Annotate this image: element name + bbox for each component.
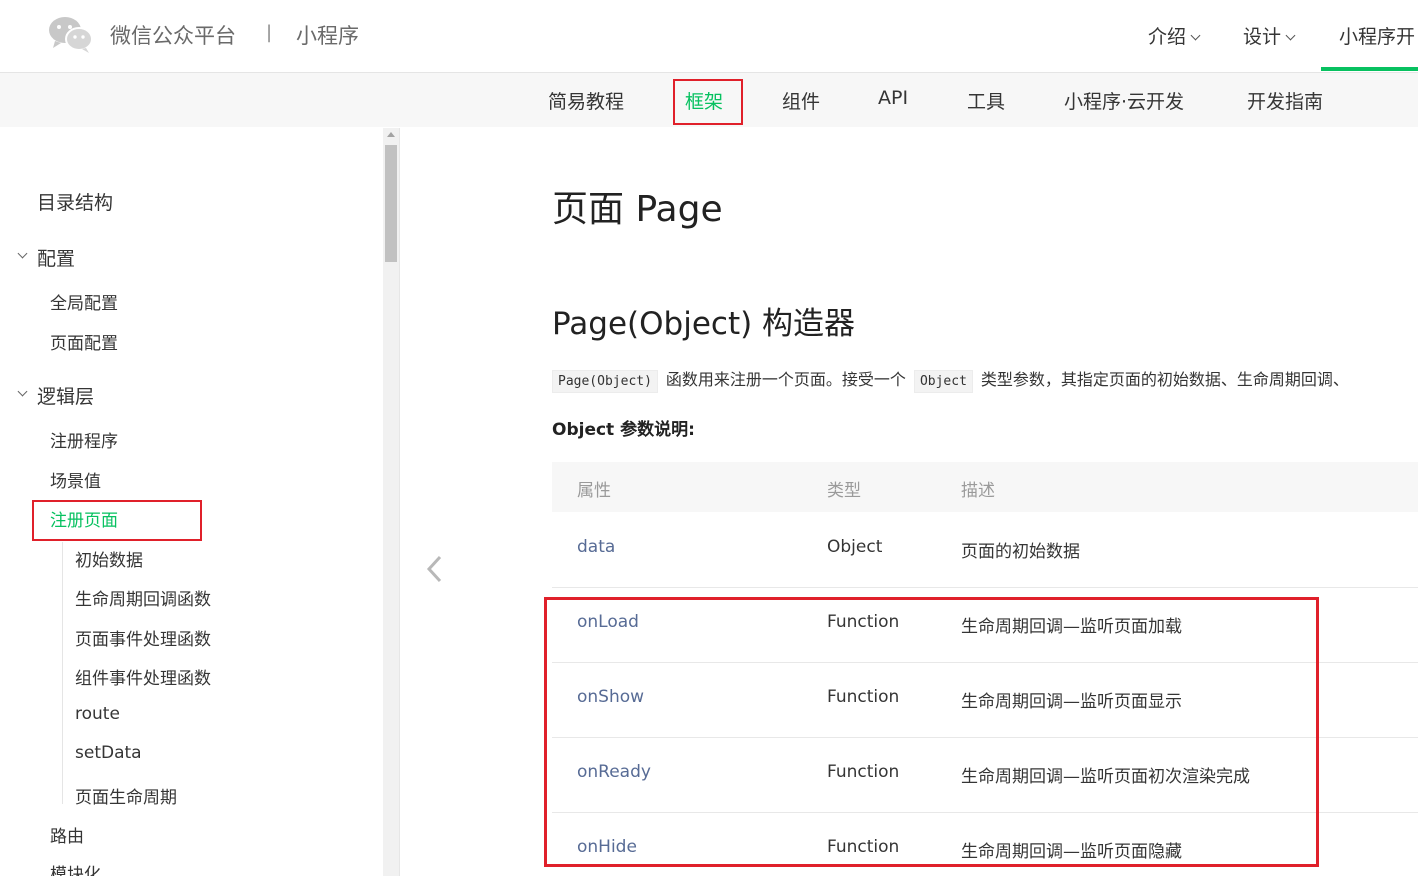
chevron-left-icon[interactable] [424, 554, 446, 584]
row-desc: 生命周期回调—监听页面初次渲染完成 [961, 767, 1250, 787]
sub-nav: 简易教程 框架 组件 API 工具 小程序·云开发 开发指南 [0, 73, 1418, 127]
table-row: onLoad Function 生命周期回调—监听页面加载 [552, 587, 1418, 663]
row-name-link[interactable]: onReady [577, 762, 651, 782]
subnav-guide[interactable]: 开发指南 [1247, 87, 1323, 114]
sidebar-subitem-initial-data[interactable]: 初始数据 [75, 546, 143, 571]
sidebar-item-page-config[interactable]: 页面配置 [50, 329, 118, 354]
wechat-logo-icon[interactable] [48, 14, 94, 54]
row-type: Function [827, 762, 900, 782]
sidebar-subitem-lifecycle[interactable]: 生命周期回调函数 [75, 585, 211, 610]
scrollbar-thumb[interactable] [385, 145, 397, 262]
brand-title[interactable]: 微信公众平台 [110, 20, 236, 50]
sidebar-subitem-setdata[interactable]: setData [75, 743, 142, 763]
row-desc: 生命周期回调—监听页面隐藏 [961, 842, 1182, 862]
sidebar-subitem-page-lifecycle[interactable]: 页面生命周期 [75, 783, 177, 808]
brand-separator: | [266, 22, 273, 43]
table-header: 属性 类型 描述 [552, 462, 1418, 512]
sidebar-subitem-route[interactable]: route [75, 704, 120, 724]
sidebar-tree-guide [62, 542, 63, 804]
section-title: Page(Object) 构造器 [552, 306, 856, 342]
topnav-intro[interactable]: 介绍 [1148, 22, 1201, 49]
brand-subtitle[interactable]: 小程序 [296, 20, 359, 50]
sidebar-item-modules[interactable]: 模块化 [50, 860, 101, 876]
sidebar: 目录结构 配置 全局配置 页面配置 逻辑层 注册程序 场景值 注册页面 初始数据… [0, 128, 383, 876]
sidebar-item-scene[interactable]: 场景值 [50, 467, 101, 492]
chevron-down-icon [1190, 30, 1201, 41]
row-type: Object [827, 537, 883, 557]
row-name-link[interactable]: onHide [577, 837, 637, 857]
row-name-link[interactable]: onLoad [577, 612, 639, 632]
chevron-down-icon[interactable] [17, 248, 28, 259]
th-property: 属性 [577, 481, 611, 501]
row-name-link[interactable]: onShow [577, 687, 644, 707]
sidebar-item-global-config[interactable]: 全局配置 [50, 289, 118, 314]
row-name-link[interactable]: data [577, 537, 615, 557]
sidebar-scrollbar[interactable] [383, 128, 400, 876]
topnav-dev[interactable]: 小程序开 [1339, 22, 1415, 49]
para-text-1: 函数用来注册一个页面。接受一个 [665, 370, 906, 389]
table-row: onShow Function 生命周期回调—监听页面显示 [552, 662, 1418, 738]
para-text-2: 类型参数，其指定页面的初始数据、生命周期回调、 [980, 370, 1349, 389]
sidebar-group-config[interactable]: 配置 [37, 244, 75, 271]
row-type: Function [827, 687, 900, 707]
code-object: Object [913, 370, 973, 393]
table-row: data Object 页面的初始数据 [552, 512, 1418, 588]
topnav-dev-label: 小程序开 [1339, 26, 1416, 48]
row-desc: 生命周期回调—监听页面显示 [961, 692, 1182, 712]
topnav-design[interactable]: 设计 [1243, 22, 1296, 49]
top-header: 微信公众平台 | 小程序 介绍 设计 小程序开 [0, 0, 1418, 73]
sidebar-item-routing[interactable]: 路由 [50, 822, 84, 847]
row-type: Function [827, 612, 900, 632]
sidebar-subitem-page-events[interactable]: 页面事件处理函数 [75, 625, 211, 650]
chevron-down-icon [1285, 30, 1296, 41]
subnav-framework[interactable]: 框架 [685, 87, 723, 114]
params-heading: Object 参数说明: [552, 420, 695, 440]
subnav-api[interactable]: API [878, 87, 908, 109]
sidebar-item-register-page[interactable]: 注册页面 [50, 506, 118, 531]
topnav-design-label: 设计 [1243, 26, 1282, 48]
sidebar-subitem-component-events[interactable]: 组件事件处理函数 [75, 664, 211, 689]
sidebar-item-register-app[interactable]: 注册程序 [50, 427, 118, 452]
th-type: 类型 [827, 481, 861, 501]
topnav-active-indicator [1321, 67, 1418, 71]
row-type: Function [827, 837, 900, 857]
subnav-tutorial[interactable]: 简易教程 [548, 87, 624, 114]
table-row: onReady Function 生命周期回调—监听页面初次渲染完成 [552, 737, 1418, 813]
chevron-down-icon[interactable] [17, 386, 28, 397]
page-title: 页面 Page [552, 189, 723, 230]
th-description: 描述 [961, 481, 995, 501]
row-desc: 生命周期回调—监听页面加载 [961, 617, 1182, 637]
subnav-cloud[interactable]: 小程序·云开发 [1064, 87, 1184, 114]
topnav-intro-label: 介绍 [1148, 26, 1187, 48]
row-desc: 页面的初始数据 [961, 542, 1080, 562]
subnav-components[interactable]: 组件 [782, 87, 820, 114]
scroll-up-arrow-icon[interactable] [387, 132, 395, 137]
description-paragraph: Page(Object) 函数用来注册一个页面。接受一个 Object 类型参数，其指… [552, 366, 1357, 393]
sidebar-group-logic[interactable]: 逻辑层 [37, 382, 94, 409]
code-page-object: Page(Object) [552, 370, 658, 393]
subnav-tools[interactable]: 工具 [967, 87, 1005, 114]
sidebar-title[interactable]: 目录结构 [37, 188, 113, 215]
